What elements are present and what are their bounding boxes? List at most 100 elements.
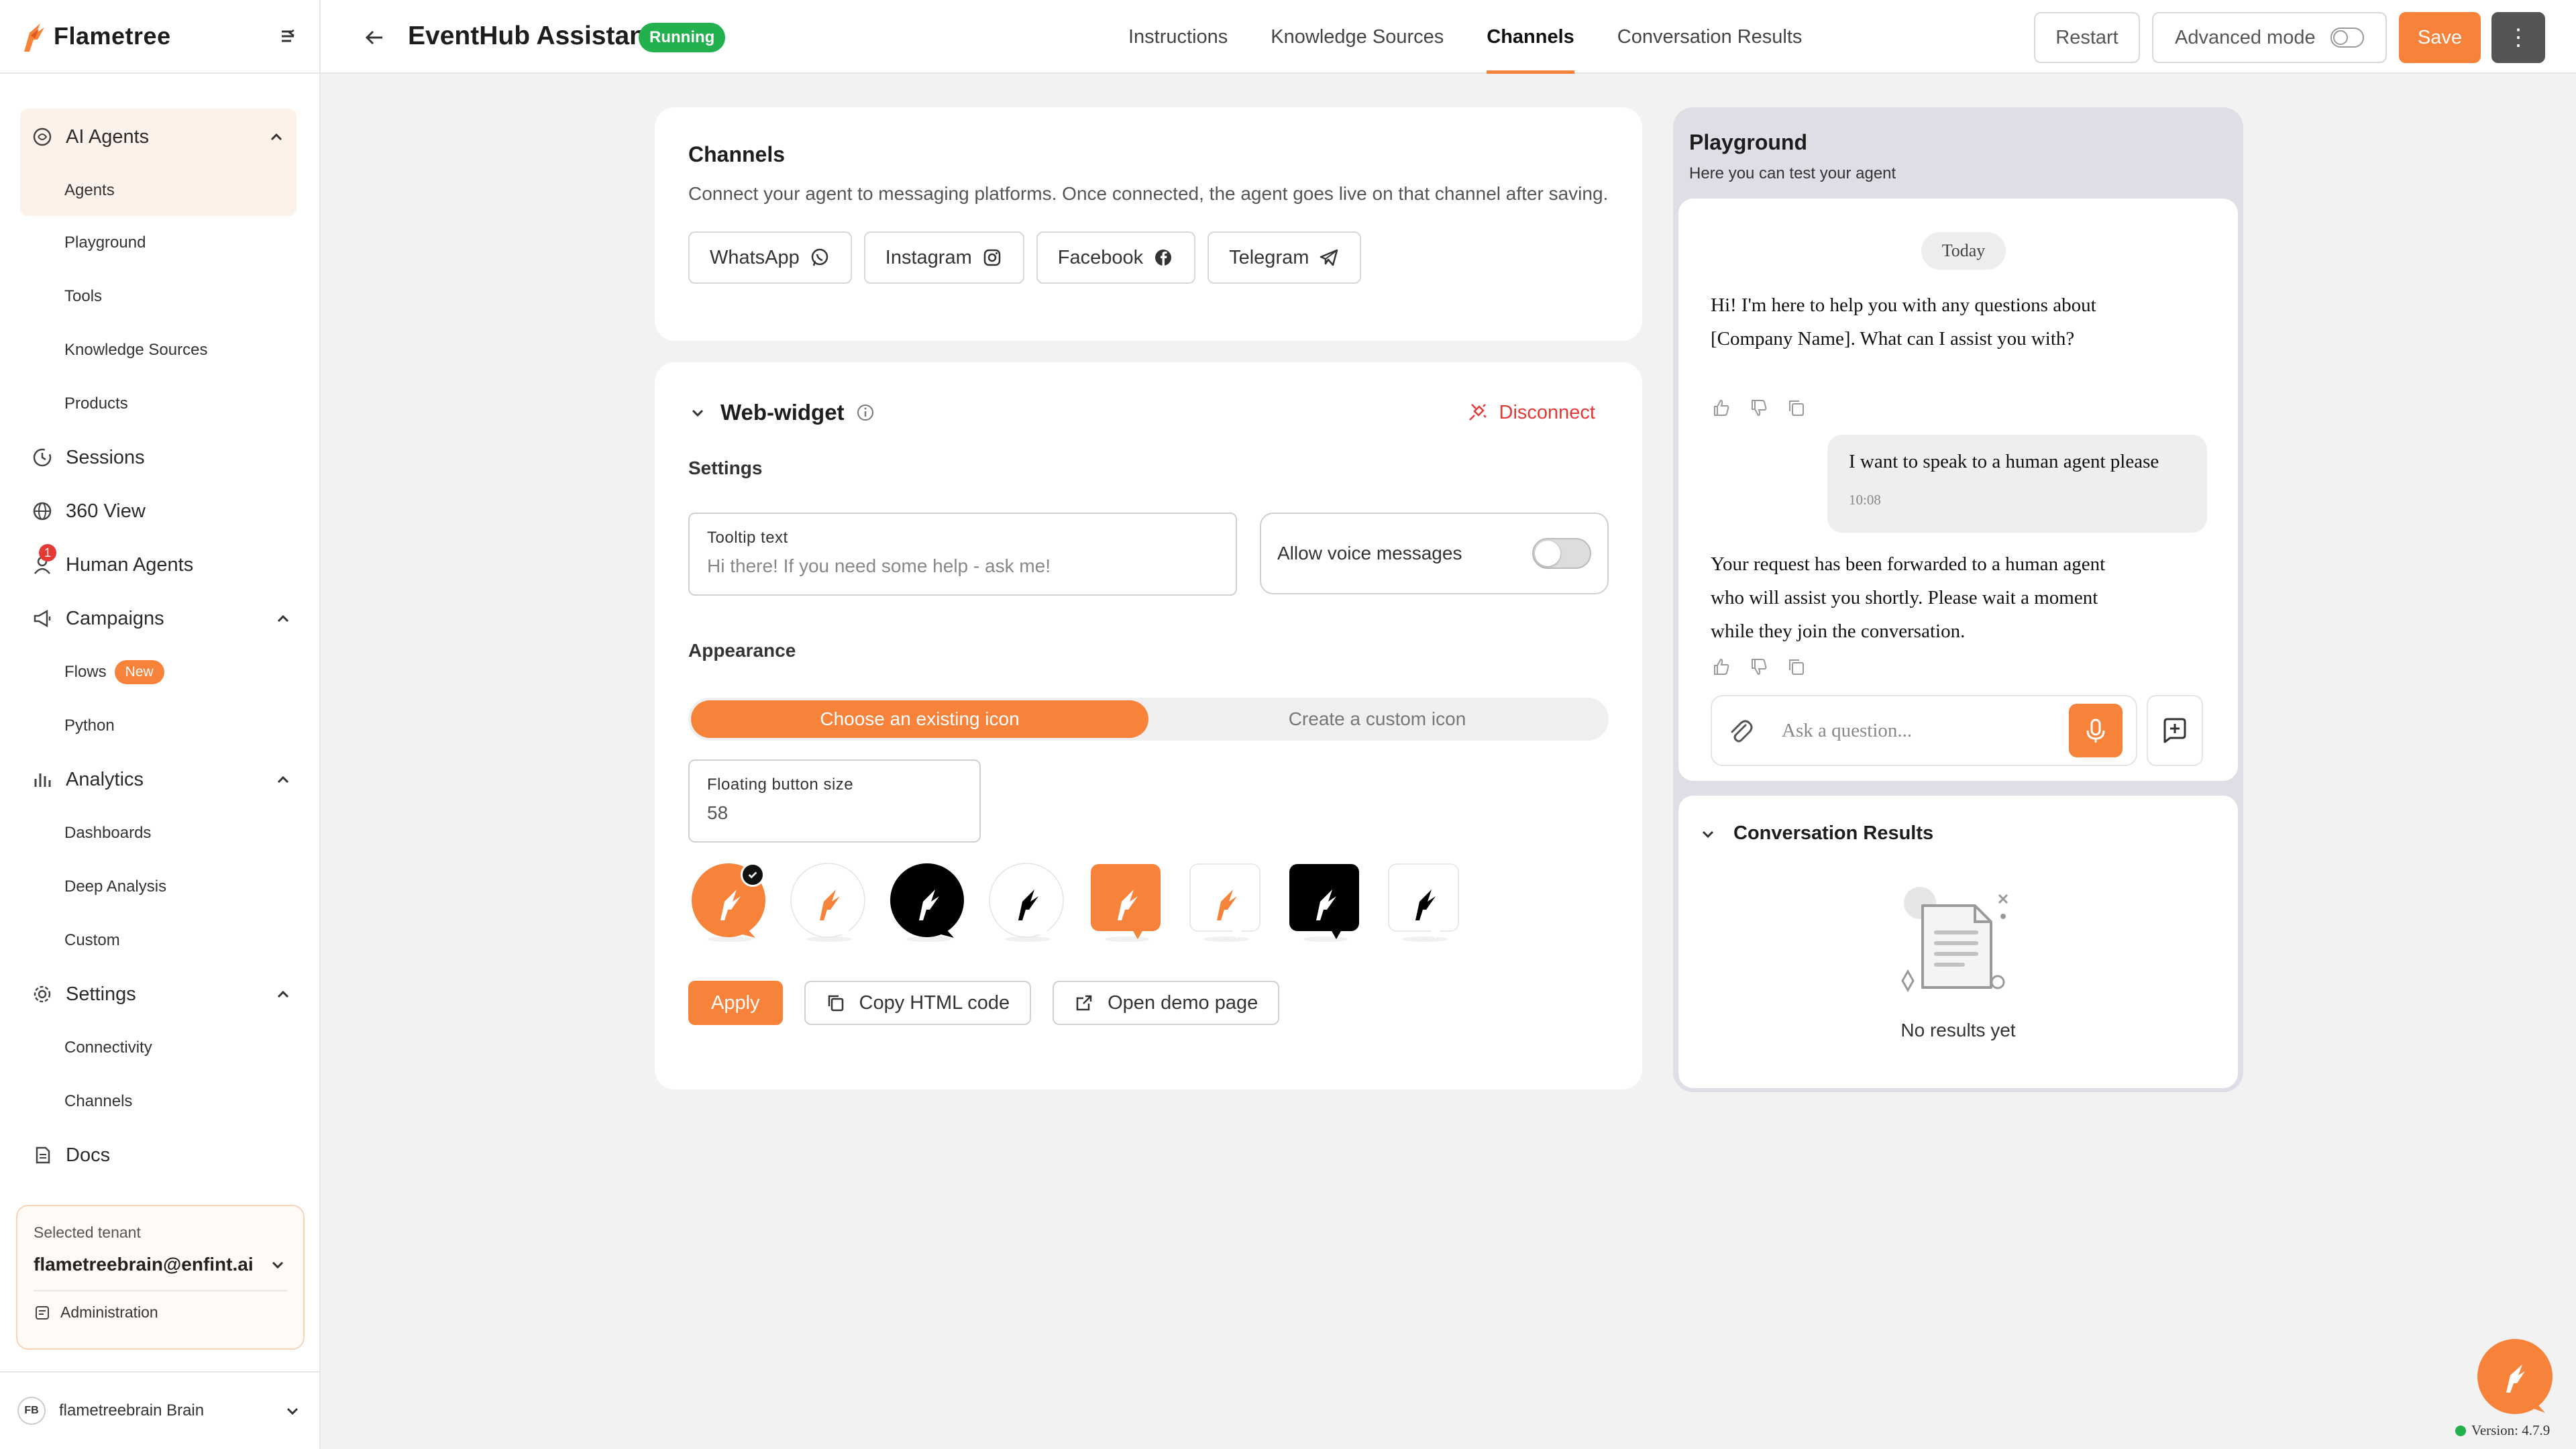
widget-icon-option-white-bubble-black[interactable] — [986, 863, 1085, 943]
tab-instructions[interactable]: Instructions — [1128, 0, 1228, 74]
whatsapp-button[interactable]: WhatsApp — [688, 231, 852, 284]
playground-header: Playground Here you can test your agent — [1678, 113, 2238, 199]
sidebar-item-human-agents[interactable]: 1 Human Agents — [0, 538, 319, 592]
widget-icon-option-white-square-orange[interactable] — [1185, 863, 1284, 943]
copy-icon[interactable] — [1786, 656, 1807, 678]
tab-label: Conversation Results — [1617, 25, 1803, 48]
sidebar-item-label: Dashboards — [64, 824, 152, 842]
sidebar-group-label: Docs — [66, 1144, 111, 1166]
voice-messages-toggle[interactable] — [1532, 538, 1591, 569]
chat-bubble-icon — [989, 863, 1064, 942]
floating-button-size-field[interactable]: Floating button size 58 — [688, 759, 981, 843]
create-custom-icon-tab[interactable]: Create a custom icon — [1148, 700, 1606, 738]
sidebar-item-connectivity[interactable]: Connectivity — [0, 1021, 319, 1075]
advanced-mode-switch[interactable] — [2330, 28, 2364, 48]
back-arrow-icon[interactable] — [362, 25, 386, 50]
thumbs-up-icon[interactable] — [1711, 397, 1732, 419]
sidebar-item-deep-analysis[interactable]: Deep Analysis — [0, 860, 319, 914]
more-options-button[interactable]: ⋮ — [2491, 12, 2545, 63]
telegram-button[interactable]: Telegram — [1208, 231, 1362, 284]
copy-icon[interactable] — [1786, 397, 1807, 419]
sidebar-item-docs[interactable]: Docs — [0, 1128, 319, 1182]
tooltip-text-input[interactable]: Hi there! If you need some help - ask me… — [707, 555, 1218, 577]
administration-link[interactable]: Administration — [34, 1303, 287, 1322]
thumbs-down-icon[interactable] — [1748, 397, 1770, 419]
sidebar-item-playground[interactable]: Playground — [0, 216, 319, 270]
paperclip-icon[interactable] — [1725, 716, 1755, 745]
voice-messages-label: Allow voice messages — [1277, 543, 1462, 564]
collapse-sidebar-icon[interactable] — [276, 25, 299, 48]
sidebar-group-ai-agents[interactable]: AI Agents — [20, 109, 297, 165]
channel-label: Instagram — [885, 246, 972, 268]
flametree-logo-icon — [24, 23, 44, 52]
advanced-mode-toggle[interactable]: Advanced mode — [2152, 12, 2387, 63]
instagram-button[interactable]: Instagram — [863, 231, 1024, 284]
tab-conversation-results[interactable]: Conversation Results — [1617, 0, 1803, 74]
conversation-results-header[interactable]: Conversation Results — [1678, 796, 2238, 845]
chevron-up-icon[interactable] — [267, 127, 286, 146]
globe-icon — [33, 502, 52, 521]
logo-row: Flametree — [0, 0, 319, 74]
floating-button-size-input[interactable]: 58 — [707, 802, 962, 824]
advanced-mode-label: Advanced mode — [2175, 26, 2316, 48]
chevron-down-icon[interactable] — [688, 403, 707, 422]
floating-chat-button[interactable] — [2475, 1339, 2555, 1418]
restart-button[interactable]: Restart — [2034, 12, 2140, 63]
apply-button[interactable]: Apply — [688, 981, 783, 1025]
widget-icon-option-orange-bubble[interactable] — [688, 863, 788, 943]
new-chat-icon — [2163, 718, 2186, 743]
copy-html-button[interactable]: Copy HTML code — [804, 981, 1032, 1025]
facebook-button[interactable]: Facebook — [1036, 231, 1196, 284]
sidebar-group-analytics[interactable]: Analytics — [0, 753, 319, 806]
status-badge: Running — [639, 23, 726, 52]
chevron-up-icon[interactable] — [274, 770, 292, 789]
channel-label: Facebook — [1057, 246, 1144, 268]
widget-icon-option-white-square-black[interactable] — [1383, 863, 1483, 943]
external-link-icon — [1076, 995, 1092, 1011]
user-message: I want to speak to a human agent please … — [1827, 435, 2207, 533]
thumbs-up-icon[interactable] — [1711, 656, 1732, 678]
sidebar-item-sessions[interactable]: Sessions — [0, 431, 319, 484]
chevron-up-icon[interactable] — [274, 985, 292, 1004]
sidebar-item-knowledge-sources[interactable]: Knowledge Sources — [0, 323, 319, 377]
version-indicator: Version: 4.7.9 — [2455, 1422, 2550, 1439]
sidebar-item-360-view[interactable]: 360 View — [0, 484, 319, 538]
choose-existing-icon-tab[interactable]: Choose an existing icon — [691, 700, 1148, 738]
icon-options — [688, 863, 1609, 943]
topbar: EventHub Assistant Running Instructions … — [321, 0, 2576, 74]
tab-knowledge-sources[interactable]: Knowledge Sources — [1271, 0, 1444, 74]
microphone-button[interactable] — [2069, 704, 2123, 757]
chat-input[interactable]: Ask a question... — [1782, 720, 1912, 742]
thumbs-down-icon[interactable] — [1748, 656, 1770, 678]
widget-icon-option-black-square[interactable] — [1284, 863, 1383, 943]
sidebar-item-dashboards[interactable]: Dashboards — [0, 806, 319, 860]
brain-selector[interactable]: FB flametreebrain Brain — [0, 1371, 319, 1449]
sidebar-item-custom[interactable]: Custom — [0, 914, 319, 967]
tenant-dropdown[interactable]: flametreebrain@enfint.ai — [34, 1254, 287, 1275]
save-button[interactable]: Save — [2399, 12, 2481, 63]
sidebar-item-channels[interactable]: Channels — [0, 1075, 319, 1128]
sidebar-item-products[interactable]: Products — [0, 377, 319, 431]
version-text: Version: 4.7.9 — [2471, 1422, 2551, 1438]
chevron-up-icon[interactable] — [274, 609, 292, 628]
megaphone-icon — [34, 609, 51, 628]
open-demo-button[interactable]: Open demo page — [1053, 981, 1280, 1025]
sidebar-item-python[interactable]: Python — [0, 699, 319, 753]
sidebar-item-agents[interactable]: Agents — [20, 165, 297, 216]
tenant-value: flametreebrain@enfint.ai — [34, 1254, 254, 1275]
sidebar-group-settings[interactable]: Settings — [0, 967, 319, 1021]
disconnect-button[interactable]: Disconnect — [1466, 401, 1595, 424]
sidebar-group-campaigns[interactable]: Campaigns — [0, 592, 319, 645]
tenant-selector: Selected tenant flametreebrain@enfint.ai… — [16, 1205, 305, 1350]
widget-icon-option-orange-square[interactable] — [1085, 863, 1185, 943]
widget-icon-option-white-bubble-orange[interactable] — [788, 863, 887, 943]
sidebar-item-flows[interactable]: Flows New — [0, 645, 319, 699]
tab-channels[interactable]: Channels — [1487, 0, 1574, 74]
voice-messages-setting: Allow voice messages — [1260, 513, 1609, 594]
info-icon[interactable] — [855, 402, 875, 423]
new-chat-button[interactable] — [2147, 695, 2203, 766]
sidebar-item-tools[interactable]: Tools — [0, 270, 319, 323]
sidebar-group-label: Sessions — [66, 446, 145, 468]
widget-icon-option-black-bubble[interactable] — [887, 863, 986, 943]
tooltip-text-field[interactable]: Tooltip text Hi there! If you need some … — [688, 513, 1237, 596]
